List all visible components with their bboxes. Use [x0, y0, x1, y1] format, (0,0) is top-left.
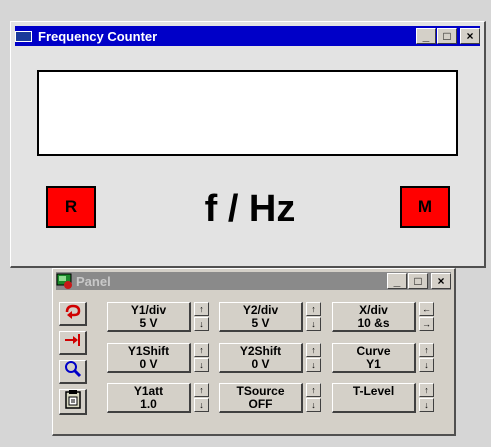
y1-shift-value-box[interactable]: Y1Shift 0 V	[107, 343, 191, 373]
x-div-value: 10 &s	[357, 316, 390, 330]
y1-att-up-button[interactable]: ↑	[194, 383, 209, 397]
minimize-button[interactable]: _	[416, 28, 436, 44]
y1-att-down-button[interactable]: ↓	[194, 398, 209, 412]
y1-shift-up-button[interactable]: ↑	[194, 343, 209, 357]
step-button[interactable]	[59, 331, 87, 355]
magnifier-icon	[63, 360, 83, 383]
y2-div-spinner: ↑ ↓	[306, 302, 321, 331]
tsource-control: TSource OFF ↑ ↓	[219, 383, 326, 413]
panel-app-icon[interactable]	[56, 273, 74, 289]
y1-div-down-button[interactable]: ↓	[194, 317, 209, 331]
curve-up-button[interactable]: ↑	[419, 343, 434, 357]
y1-shift-down-button[interactable]: ↓	[194, 358, 209, 372]
y1-att-spinner: ↑ ↓	[194, 383, 209, 412]
zoom-button[interactable]	[59, 360, 87, 384]
y1-att-value: 1.0	[140, 397, 157, 411]
x-div-down-button[interactable]: →	[419, 317, 434, 331]
cycle-arrow-icon	[63, 303, 83, 324]
title-bar[interactable]: Frequency Counter _ □ ×	[15, 26, 480, 46]
y2-div-up-button[interactable]: ↑	[306, 302, 321, 316]
tsource-spinner: ↑ ↓	[306, 383, 321, 412]
y2-shift-value-box[interactable]: Y2Shift 0 V	[219, 343, 303, 373]
x-div-up-button[interactable]: ←	[419, 302, 434, 316]
curve-down-button[interactable]: ↓	[419, 358, 434, 372]
y1-att-value-box[interactable]: Y1att 1.0	[107, 383, 191, 413]
t-level-spinner: ↑ ↓	[419, 383, 434, 412]
reset-button[interactable]: R	[46, 186, 96, 228]
curve-value: Y1	[366, 357, 381, 371]
y1-div-spinner: ↑ ↓	[194, 302, 209, 331]
y2-div-value-box[interactable]: Y2/div 5 V	[219, 302, 303, 332]
t-level-value-box[interactable]: T-Level	[332, 383, 416, 413]
window-icon[interactable]	[15, 30, 32, 42]
curve-spinner: ↑ ↓	[419, 343, 434, 372]
x-div-value-box[interactable]: X/div 10 &s	[332, 302, 416, 332]
y2-div-control: Y2/div 5 V ↑ ↓	[219, 302, 326, 332]
y2-div-down-button[interactable]: ↓	[306, 317, 321, 331]
panel-title-bar[interactable]: Panel _ □ ×	[56, 272, 451, 290]
tsource-down-button[interactable]: ↓	[306, 398, 321, 412]
window-title: Frequency Counter	[38, 28, 158, 44]
panel-minimize-button[interactable]: _	[387, 273, 407, 289]
clipboard-button[interactable]	[59, 389, 87, 415]
tsource-up-button[interactable]: ↑	[306, 383, 321, 397]
t-level-up-button[interactable]: ↑	[419, 383, 434, 397]
maximize-button[interactable]: □	[437, 28, 457, 44]
tsource-value: OFF	[248, 397, 273, 411]
panel-maximize-button[interactable]: □	[408, 273, 428, 289]
y1-shift-value: 0 V	[139, 357, 158, 371]
panel-window: Panel _ □ × Y1/div 5 V ↑ ↓ Y2/div 5 V ↑ …	[52, 268, 456, 436]
y2-shift-down-button[interactable]: ↓	[306, 358, 321, 372]
close-button[interactable]: ×	[460, 28, 480, 44]
tsource-value-box[interactable]: TSource OFF	[219, 383, 303, 413]
y1-att-control: Y1att 1.0 ↑ ↓	[107, 383, 214, 413]
y1-shift-spinner: ↑ ↓	[194, 343, 209, 372]
y2-div-value: 5 V	[251, 316, 270, 330]
panel-close-button[interactable]: ×	[431, 273, 451, 289]
curve-value-box[interactable]: Curve Y1	[332, 343, 416, 373]
y1-div-value-box[interactable]: Y1/div 5 V	[107, 302, 191, 332]
y2-shift-spinner: ↑ ↓	[306, 343, 321, 372]
x-div-control: X/div 10 &s ← →	[332, 302, 439, 332]
cycle-button[interactable]	[59, 302, 87, 326]
y2-shift-value: 0 V	[251, 357, 270, 371]
t-level-control: T-Level ↑ ↓	[332, 383, 439, 413]
y1-div-value: 5 V	[139, 316, 158, 330]
curve-control: Curve Y1 ↑ ↓	[332, 343, 439, 373]
t-level-label: T-Level	[352, 384, 395, 398]
y2-shift-up-button[interactable]: ↑	[306, 343, 321, 357]
t-level-down-button[interactable]: ↓	[419, 398, 434, 412]
y1-shift-control: Y1Shift 0 V ↑ ↓	[107, 343, 214, 373]
y1-div-control: Y1/div 5 V ↑ ↓	[107, 302, 214, 332]
panel-title: Panel	[76, 273, 111, 289]
y2-shift-control: Y2Shift 0 V ↑ ↓	[219, 343, 326, 373]
y1-div-up-button[interactable]: ↑	[194, 302, 209, 316]
unit-label: f / Hz	[204, 188, 296, 230]
measure-button[interactable]: M	[400, 186, 450, 228]
clipboard-icon	[64, 389, 82, 414]
arrow-to-bar-icon	[63, 332, 83, 353]
x-div-spinner: ← →	[419, 302, 434, 331]
frequency-display	[37, 70, 458, 156]
